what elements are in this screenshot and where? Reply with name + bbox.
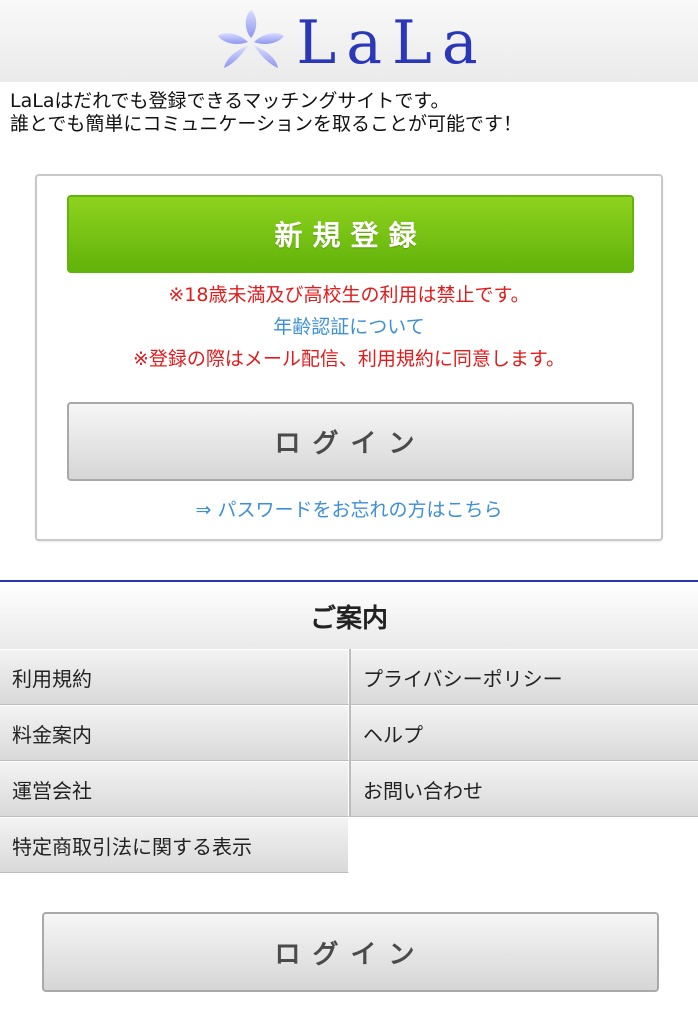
app-header: LaLa (0, 0, 698, 82)
guide-title: ご案内 (0, 583, 698, 649)
forgot-password-link[interactable]: ⇒ パスワードをお忘れの方はこちら (37, 498, 661, 522)
intro-line-2: 誰とでも簡単にコミュニケーションを取ることが可能です！ (10, 113, 523, 135)
age-verification-link[interactable]: 年齢認証について (37, 315, 661, 339)
menu-item-help[interactable]: ヘルプ (351, 705, 698, 761)
logo[interactable]: LaLa (214, 8, 487, 74)
menu-item-pricing[interactable]: 料金案内 (0, 705, 349, 761)
flower-icon (218, 10, 285, 68)
login-button[interactable]: ログイン (67, 402, 634, 481)
register-button[interactable]: 新規登録 (67, 195, 634, 273)
intro-line-1: LaLaはだれでも登録できるマッチングサイトです。 (10, 90, 450, 112)
auth-card: 新規登録 ※18歳未満及び高校生の利用は禁止です。 年齢認証について ※登録の際… (35, 174, 663, 541)
menu-column-divider (349, 649, 351, 817)
intro-text: LaLaはだれでも登録できるマッチングサイトです。 誰とでも簡単にコミュニケーシ… (10, 90, 690, 136)
age-restriction-notice: ※18歳未満及び高校生の利用は禁止です。 (168, 284, 530, 306)
menu-item-privacy-policy[interactable]: プライバシーポリシー (351, 649, 698, 705)
menu-item-company[interactable]: 運営会社 (0, 761, 349, 817)
terms-notice: ※登録の際はメール配信、利用規約に同意します。 (132, 348, 566, 370)
section-divider (0, 580, 698, 582)
menu-item-contact[interactable]: お問い合わせ (351, 761, 698, 817)
logo-text: LaLa (296, 8, 488, 78)
footer-login-button[interactable]: ログイン (42, 912, 659, 992)
menu-item-terms[interactable]: 利用規約 (0, 649, 349, 705)
menu-item-commercial-law[interactable]: 特定商取引法に関する表示 (0, 817, 349, 873)
